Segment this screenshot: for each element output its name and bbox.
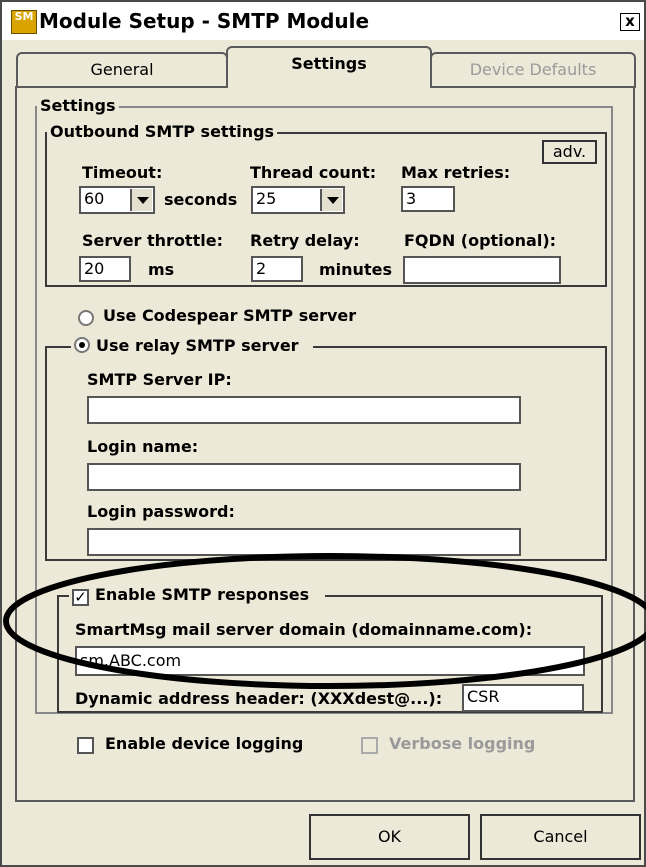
- advanced-button[interactable]: adv.: [542, 140, 597, 164]
- use-codespear-smtp-label[interactable]: Use Codespear SMTP server: [103, 306, 356, 325]
- verbose-logging-checkbox: [361, 737, 378, 754]
- timeout-select[interactable]: 60: [79, 186, 155, 214]
- login-password-label: Login password:: [87, 502, 235, 521]
- dynamic-address-header-field[interactable]: CSR: [462, 684, 584, 712]
- smartmsg-domain-field[interactable]: sm.ABC.com: [75, 646, 585, 676]
- smtp-server-ip-label: SMTP Server IP:: [87, 370, 232, 389]
- use-relay-smtp-radio[interactable]: [74, 337, 90, 353]
- thread-count-value: 25: [256, 189, 277, 208]
- enable-device-logging-label[interactable]: Enable device logging: [105, 734, 303, 753]
- close-button[interactable]: x: [620, 13, 640, 31]
- enable-device-logging-checkbox[interactable]: [77, 737, 94, 754]
- use-relay-smtp-label[interactable]: Use relay SMTP server: [96, 336, 299, 355]
- retry-delay-unit: minutes: [319, 260, 392, 279]
- tab-general[interactable]: General: [16, 52, 228, 88]
- fqdn-field[interactable]: [403, 256, 561, 284]
- timeout-unit: seconds: [164, 190, 238, 209]
- tab-device-defaults: Device Defaults: [430, 52, 636, 88]
- use-codespear-smtp-radio[interactable]: [78, 310, 94, 326]
- dynamic-address-header-label: Dynamic address header: (XXXdest@...):: [75, 689, 443, 708]
- smartmsg-domain-label: SmartMsg mail server domain (domainname.…: [75, 620, 533, 639]
- chevron-down-icon[interactable]: [320, 189, 342, 211]
- fqdn-label: FQDN (optional):: [404, 231, 557, 250]
- retry-delay-label: Retry delay:: [250, 231, 360, 250]
- login-name-field[interactable]: [87, 463, 521, 491]
- server-throttle-field[interactable]: 20: [79, 256, 131, 282]
- thread-count-label: Thread count:: [250, 163, 377, 182]
- timeout-value: 60: [84, 189, 105, 208]
- thread-count-select[interactable]: 25: [251, 186, 345, 214]
- relay-smtp-legend: Use relay SMTP server: [71, 336, 313, 355]
- title-bar[interactable]: SM Module Setup - SMTP Module x: [2, 2, 644, 40]
- smtp-responses-legend: ✓ Enable SMTP responses: [69, 585, 326, 606]
- login-password-field[interactable]: [87, 528, 521, 556]
- server-throttle-label: Server throttle:: [82, 231, 223, 250]
- smtp-module-app-icon: SM: [11, 10, 37, 34]
- smtp-server-ip-field[interactable]: [87, 396, 521, 424]
- tab-settings[interactable]: Settings: [226, 46, 432, 88]
- close-icon: x: [625, 12, 635, 30]
- max-retries-label: Max retries:: [401, 163, 511, 182]
- enable-smtp-responses-label[interactable]: Enable SMTP responses: [95, 585, 309, 604]
- enable-smtp-responses-checkbox[interactable]: ✓: [72, 589, 89, 606]
- max-retries-field[interactable]: 3: [401, 186, 455, 212]
- settings-group-label: Settings: [37, 96, 119, 115]
- timeout-label: Timeout:: [82, 163, 163, 182]
- outbound-smtp-group-label: Outbound SMTP settings: [47, 122, 278, 141]
- retry-delay-field[interactable]: 2: [251, 256, 303, 282]
- cancel-button[interactable]: Cancel: [480, 814, 641, 860]
- server-throttle-unit: ms: [148, 260, 175, 279]
- window-title: Module Setup - SMTP Module: [39, 9, 370, 33]
- settings-tab-panel: Settings Outbound SMTP settings adv. Tim…: [15, 86, 635, 802]
- chevron-down-icon[interactable]: [130, 189, 152, 211]
- ok-button[interactable]: OK: [309, 814, 470, 860]
- verbose-logging-label: Verbose logging: [389, 734, 536, 753]
- module-setup-dialog: SM Module Setup - SMTP Module x General …: [0, 0, 646, 867]
- login-name-label: Login name:: [87, 437, 199, 456]
